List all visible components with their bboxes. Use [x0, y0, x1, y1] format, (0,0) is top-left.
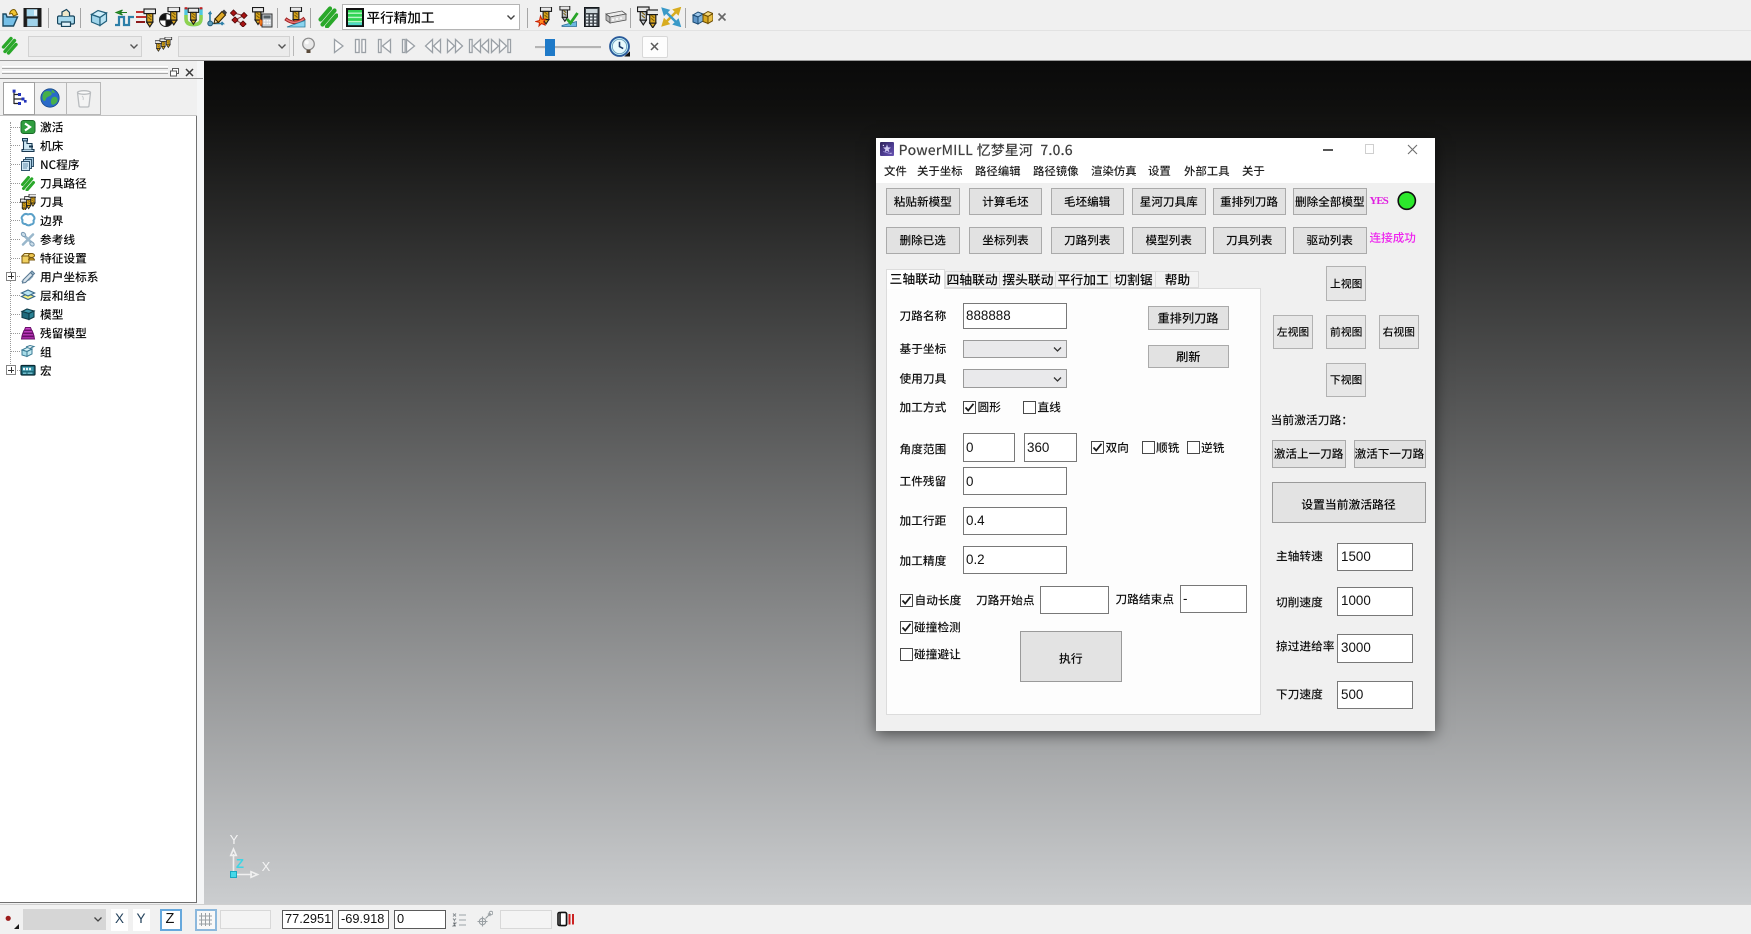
svg-text:Y: Y — [230, 832, 239, 847]
svg-text:Z: Z — [236, 856, 244, 871]
svg-text:X: X — [262, 859, 271, 874]
